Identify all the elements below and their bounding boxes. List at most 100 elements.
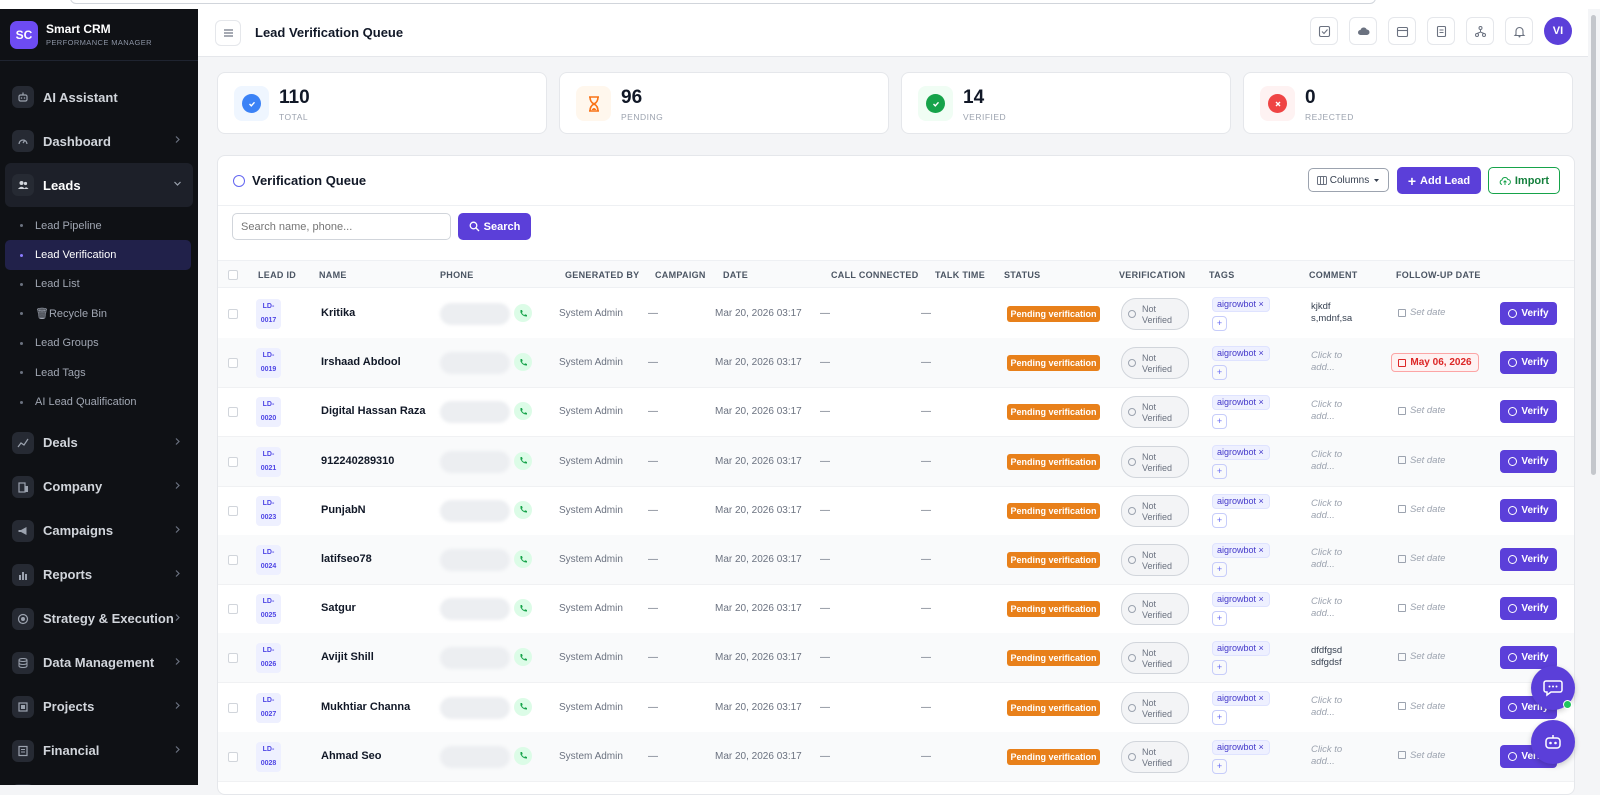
- comment-cell[interactable]: Click to add...: [1311, 399, 1342, 423]
- comment-cell[interactable]: Click to add...: [1311, 547, 1342, 571]
- table-row[interactable]: LD- 0019 Irshaad Abdool System Admin — Mar 20…: [218, 338, 1574, 389]
- set-followup-date[interactable]: Set date: [1398, 602, 1445, 613]
- row-checkbox[interactable]: [228, 456, 238, 467]
- verification-pill[interactable]: Not Verified: [1121, 494, 1189, 527]
- lead-id-badge[interactable]: LD- 0020: [256, 397, 281, 428]
- sidebar-item-projects[interactable]: Projects: [0, 685, 198, 729]
- tag-chip[interactable]: aigrowbot ×: [1212, 395, 1270, 411]
- lead-id-badge[interactable]: LD- 0021: [256, 446, 281, 477]
- tag-chip[interactable]: aigrowbot ×: [1212, 297, 1270, 312]
- row-checkbox[interactable]: [228, 653, 238, 664]
- comment-cell[interactable]: Click to add...: [1311, 449, 1342, 473]
- lead-id-badge[interactable]: LD- 0019: [256, 348, 281, 379]
- add-tag-button[interactable]: +: [1212, 414, 1227, 430]
- verify-button[interactable]: Verify: [1500, 597, 1557, 621]
- bot-fab-button[interactable]: [1531, 720, 1575, 764]
- menu-toggle-button[interactable]: [215, 19, 241, 46]
- comment-cell[interactable]: dfdfgsd sdfgdsf: [1311, 645, 1342, 669]
- call-button[interactable]: [514, 451, 532, 470]
- add-tag-button[interactable]: +: [1212, 365, 1227, 381]
- set-followup-date[interactable]: Set date: [1398, 651, 1445, 662]
- lead-name[interactable]: latifseo78: [321, 553, 372, 565]
- comment-cell[interactable]: Click to add...: [1311, 596, 1342, 620]
- sidebar-subitem-lead-list[interactable]: Lead List: [0, 270, 198, 299]
- tasks-button[interactable]: [1310, 17, 1338, 45]
- verification-pill[interactable]: Not Verified: [1121, 445, 1189, 478]
- verify-button[interactable]: Verify: [1500, 498, 1557, 522]
- lead-id-badge[interactable]: LD- 0025: [256, 594, 281, 625]
- add-tag-button[interactable]: +: [1212, 512, 1227, 528]
- row-checkbox[interactable]: [228, 702, 238, 713]
- lead-name[interactable]: Mukhtiar Channa: [321, 701, 410, 713]
- set-followup-date[interactable]: Set date: [1398, 405, 1445, 416]
- set-followup-date[interactable]: Set date: [1398, 307, 1445, 318]
- verification-pill[interactable]: Not Verified: [1121, 691, 1189, 724]
- column-header[interactable]: TALK TIME: [935, 270, 985, 280]
- column-header[interactable]: GENERATED BY: [565, 270, 639, 280]
- table-row[interactable]: LD- 0025 Satgur System Admin — Mar 20, 2026 0…: [218, 584, 1574, 635]
- sidebar-item-vendor[interactable]: Vendor: [0, 773, 198, 785]
- set-followup-date[interactable]: Set date: [1398, 750, 1445, 761]
- sidebar-item-reports[interactable]: Reports: [0, 553, 198, 597]
- page-scrollbar[interactable]: [1588, 9, 1600, 785]
- user-avatar[interactable]: VI: [1544, 17, 1572, 45]
- column-header[interactable]: STATUS: [1004, 270, 1040, 280]
- call-button[interactable]: [514, 550, 532, 568]
- table-row[interactable]: LD- 0021 912240289310 System Admin — Mar 20, …: [218, 436, 1574, 487]
- column-header[interactable]: CALL CONNECTED: [831, 270, 919, 280]
- add-tag-button[interactable]: +: [1212, 562, 1227, 577]
- row-checkbox[interactable]: [228, 555, 238, 565]
- sidebar-subitem-lead-tags[interactable]: Lead Tags: [0, 358, 198, 387]
- verification-pill[interactable]: Not Verified: [1121, 593, 1189, 626]
- row-checkbox[interactable]: [228, 505, 238, 516]
- set-followup-date[interactable]: Set date: [1398, 701, 1445, 712]
- add-tag-button[interactable]: +: [1212, 758, 1227, 774]
- import-button[interactable]: Import: [1488, 167, 1560, 194]
- comment-cell[interactable]: kjkdf s,mdnf,sa: [1311, 301, 1352, 325]
- select-all-checkbox[interactable]: [228, 270, 238, 280]
- call-button[interactable]: [514, 304, 532, 322]
- comment-cell[interactable]: Click to add...: [1311, 498, 1342, 522]
- followup-date-badge[interactable]: May 06, 2026: [1391, 353, 1479, 373]
- call-button[interactable]: [514, 500, 532, 519]
- tag-chip[interactable]: aigrowbot ×: [1212, 543, 1270, 558]
- search-button[interactable]: Search: [458, 213, 531, 240]
- set-followup-date[interactable]: Set date: [1398, 455, 1445, 466]
- verify-button[interactable]: Verify: [1500, 302, 1557, 325]
- comment-cell[interactable]: Click to add...: [1311, 695, 1342, 719]
- lead-name[interactable]: Digital Hassan Raza: [321, 405, 426, 417]
- lead-name[interactable]: PunjabN: [321, 504, 366, 516]
- sidebar-item-financial[interactable]: Financial: [0, 729, 198, 773]
- sidebar-item-strategy-execution[interactable]: Strategy & Execution: [0, 597, 198, 641]
- set-followup-date[interactable]: Set date: [1398, 504, 1445, 515]
- table-row[interactable]: LD- 0026 Avijit Shill System Admin — Mar 20, …: [218, 633, 1574, 684]
- column-header[interactable]: COMMENT: [1309, 270, 1358, 280]
- add-tag-button[interactable]: +: [1212, 463, 1227, 479]
- notes-button[interactable]: [1427, 17, 1455, 45]
- scrollbar-thumb[interactable]: [1591, 15, 1596, 475]
- org-chart-button[interactable]: [1466, 17, 1494, 45]
- call-button[interactable]: [514, 353, 532, 372]
- verify-button[interactable]: Verify: [1500, 351, 1557, 375]
- sidebar-item-campaigns[interactable]: Campaigns: [0, 509, 198, 553]
- column-header[interactable]: DATE: [723, 270, 748, 280]
- comment-cell[interactable]: Click to add...: [1311, 744, 1342, 768]
- add-tag-button[interactable]: +: [1212, 709, 1227, 725]
- table-row[interactable]: LD- 0028 Ahmad Seo System Admin — Mar 20, 202…: [218, 731, 1574, 782]
- calendar-button[interactable]: [1388, 17, 1416, 45]
- lead-name[interactable]: Kritika: [321, 307, 355, 319]
- call-button[interactable]: [514, 648, 532, 667]
- call-button[interactable]: [514, 402, 532, 421]
- sidebar-item-dashboard[interactable]: Dashboard: [0, 119, 198, 163]
- sidebar-item-leads[interactable]: Leads: [5, 163, 193, 207]
- lead-id-badge[interactable]: LD- 0024: [256, 545, 281, 575]
- set-followup-date[interactable]: Set date: [1398, 553, 1445, 564]
- verification-pill[interactable]: Not Verified: [1121, 642, 1189, 675]
- call-button[interactable]: [514, 599, 532, 618]
- row-checkbox[interactable]: [228, 604, 238, 615]
- column-header[interactable]: CAMPAIGN: [655, 270, 706, 280]
- verify-button[interactable]: Verify: [1500, 449, 1557, 473]
- column-header[interactable]: TAGS: [1209, 270, 1235, 280]
- tag-chip[interactable]: aigrowbot ×: [1212, 444, 1270, 460]
- tag-chip[interactable]: aigrowbot ×: [1212, 739, 1270, 755]
